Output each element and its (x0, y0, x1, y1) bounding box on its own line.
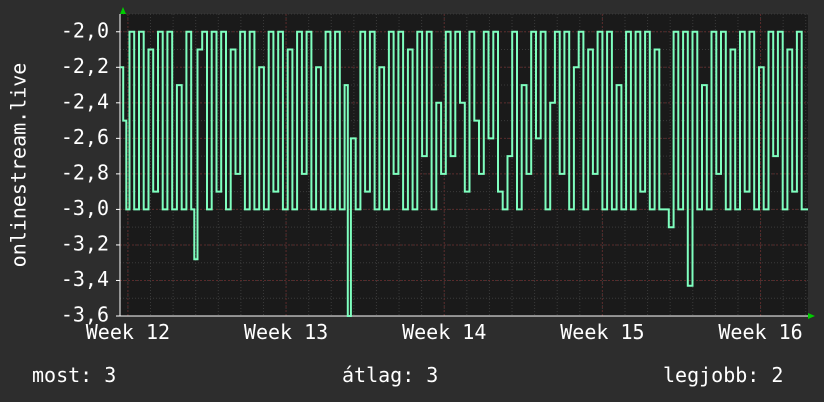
y-tick-label: -2,8 (61, 160, 109, 184)
x-axis-ticks: Week 12 Week 13 Week 14 Week 15 Week 16 (86, 320, 803, 344)
best-value: legjobb: 2 (663, 363, 783, 387)
y-tick-label: -2,0 (61, 18, 109, 42)
y-tick-label: -3,0 (61, 196, 109, 220)
stats-footer: most: 3 átlag: 3 legjobb: 2 (32, 363, 783, 387)
x-tick-label: Week 16 (718, 320, 802, 344)
x-tick-label: Week 13 (244, 320, 328, 344)
y-axis-label: onlinestream.live (7, 63, 31, 268)
y-tick-label: -2,6 (61, 125, 109, 149)
x-axis-arrow-icon (808, 313, 815, 319)
line-chart: -2,0-2,2-2,4-2,6-2,8-3,0-3,2-3,4-3,6 Wee… (7, 7, 815, 387)
y-axis-arrow-icon (120, 7, 126, 14)
y-tick-label: -2,4 (61, 89, 109, 113)
y-tick-label: -3,2 (61, 231, 109, 255)
x-tick-label: Week 12 (86, 320, 170, 344)
y-tick-label: -3,4 (61, 267, 109, 291)
y-axis-ticks: -2,0-2,2-2,4-2,6-2,8-3,0-3,2-3,4-3,6 (61, 18, 120, 327)
average-value: átlag: 3 (342, 363, 438, 387)
y-tick-label: -2,2 (61, 54, 109, 78)
x-tick-label: Week 15 (560, 320, 644, 344)
current-value: most: 3 (32, 363, 116, 387)
x-tick-label: Week 14 (402, 320, 486, 344)
chart-root: -2,0 -2,2 -2,4 -2,6 -2,8 -3,0 -3,2 -3,4 -3,6 Wee… (0, 0, 824, 402)
